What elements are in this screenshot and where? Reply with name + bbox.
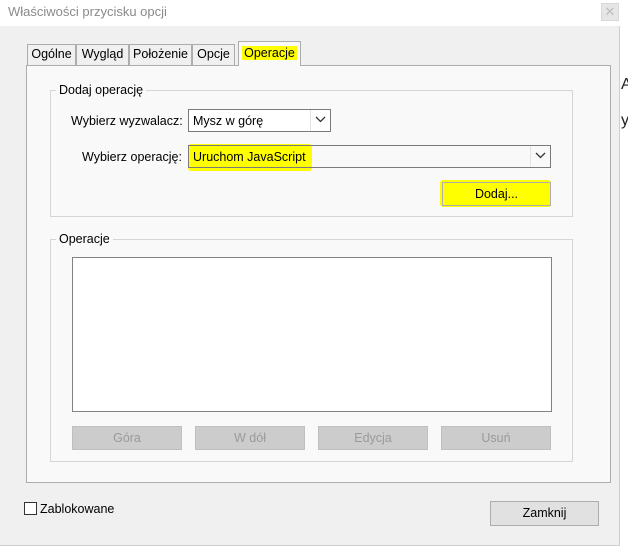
- trigger-value: Mysz w górę: [193, 114, 264, 128]
- tab-label: Położenie: [133, 47, 188, 61]
- edit-button[interactable]: Edycja: [318, 426, 428, 450]
- window-title: Właściwości przycisku opcji: [8, 4, 167, 19]
- tab-label: Wygląd: [81, 47, 124, 61]
- add-action-legend: Dodaj operację: [56, 83, 147, 97]
- action-select[interactable]: Uruchom JavaScript: [188, 145, 551, 168]
- chevron-down-icon: [530, 146, 550, 167]
- action-label: Wybierz operację:: [82, 150, 182, 164]
- edge-glyph: y: [621, 112, 628, 129]
- tab-label: Operacje: [242, 46, 297, 60]
- edge-glyph: A: [621, 76, 628, 93]
- locked-label: Zablokowane: [40, 502, 115, 516]
- add-action-button[interactable]: Dodaj...: [442, 182, 551, 206]
- delete-button[interactable]: Usuń: [441, 426, 551, 450]
- close-button[interactable]: Zamknij: [490, 501, 599, 526]
- actions-list[interactable]: [72, 257, 552, 412]
- tab-general[interactable]: Ogólne: [27, 44, 76, 65]
- dialog-window: Właściwości przycisku opcji ✕ Ogólne Wyg…: [0, 0, 620, 546]
- locked-checkbox[interactable]: [24, 502, 37, 515]
- tab-appearance[interactable]: Wygląd: [76, 44, 129, 65]
- tab-label: Ogólne: [31, 47, 72, 61]
- chevron-down-icon: [310, 110, 330, 131]
- actions-legend: Operacje: [56, 232, 113, 246]
- close-window-button[interactable]: ✕: [601, 3, 619, 21]
- title-bar: Właściwości przycisku opcji ✕: [0, 0, 620, 26]
- tab-position[interactable]: Położenie: [129, 44, 192, 65]
- trigger-label: Wybierz wyzwalacz:: [71, 114, 183, 128]
- trigger-select[interactable]: Mysz w górę: [188, 109, 331, 132]
- move-up-button[interactable]: Góra: [72, 426, 182, 450]
- tab-actions[interactable]: Operacje: [238, 41, 301, 66]
- tab-options[interactable]: Opcje: [192, 44, 235, 65]
- tab-label: Opcje: [197, 47, 230, 61]
- move-down-button[interactable]: W dół: [195, 426, 305, 450]
- action-value: Uruchom JavaScript: [193, 150, 306, 164]
